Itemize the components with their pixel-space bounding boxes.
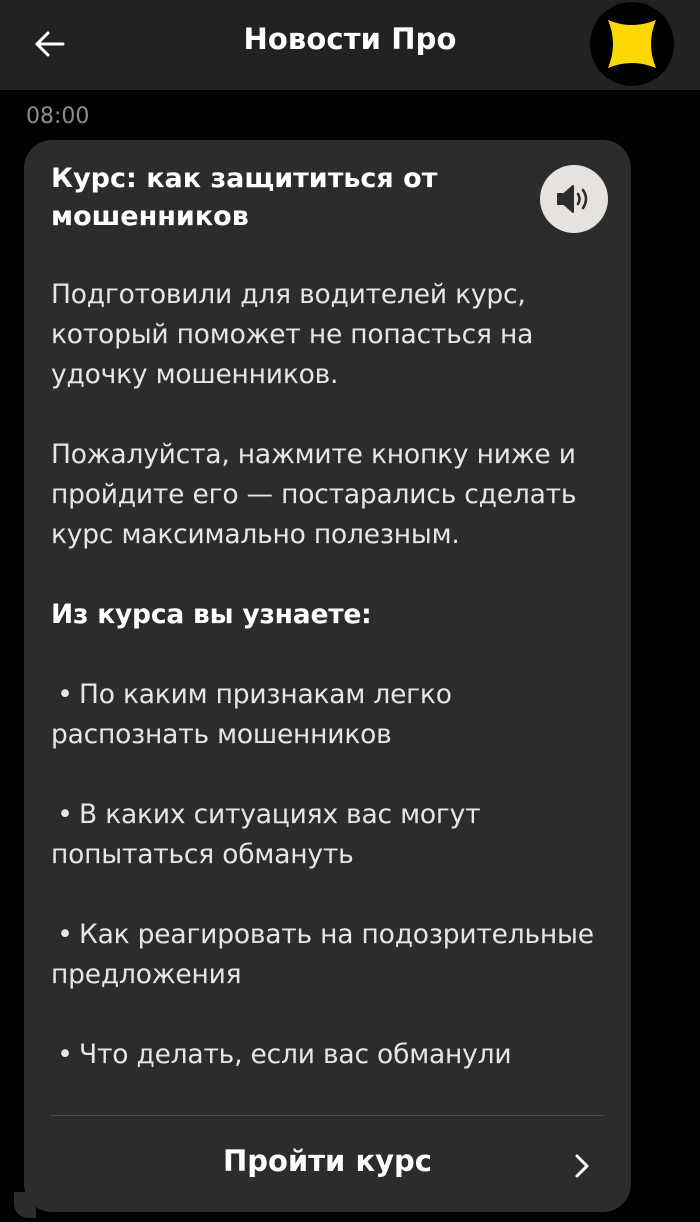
bullet-item: В каких ситуациях вас могут попытаться о… (51, 795, 611, 875)
speaker-icon (557, 185, 588, 213)
bullet-text: По каким признакам легко распознать моше… (51, 679, 452, 750)
channel-avatar[interactable] (590, 2, 674, 86)
take-course-button[interactable]: Пройти курс (24, 1116, 631, 1212)
chevron-right-icon (575, 1154, 589, 1178)
bullet-item: Как реагировать на подозрительные предло… (51, 915, 611, 995)
yandex-pro-logo-icon (608, 20, 656, 68)
message-title: Курс: как защититься от мошенников (51, 163, 438, 232)
bullet-item: Что делать, если вас обманули (51, 1035, 611, 1075)
take-course-label: Пройти курс (222, 1144, 433, 1178)
play-audio-button[interactable] (540, 165, 608, 233)
message-paragraph: Пожалуйста, нажмите кнопку ниже и пройди… (51, 439, 577, 550)
message-paragraph: Подготовили для водителей курс, который … (51, 279, 534, 390)
bullet-item: По каким признакам легко распознать моше… (51, 675, 611, 755)
bullet-text: В каких ситуациях вас могут попытаться о… (51, 799, 481, 870)
message-body: Подготовили для водителей курс, который … (51, 275, 611, 1115)
message-card: Курс: как защититься от мошенников Подго… (24, 140, 631, 1212)
message-time: 08:00 (26, 104, 90, 129)
top-bar: Новости Про (0, 0, 700, 90)
message-subheading: Из курса вы узнаете: (51, 599, 372, 630)
bullet-text: Как реагировать на подозрительные предло… (51, 919, 594, 990)
bullet-text: Что делать, если вас обманули (79, 1039, 512, 1070)
chat-screen: Новости Про 08:00 Курс: как защититься о… (0, 0, 700, 1222)
